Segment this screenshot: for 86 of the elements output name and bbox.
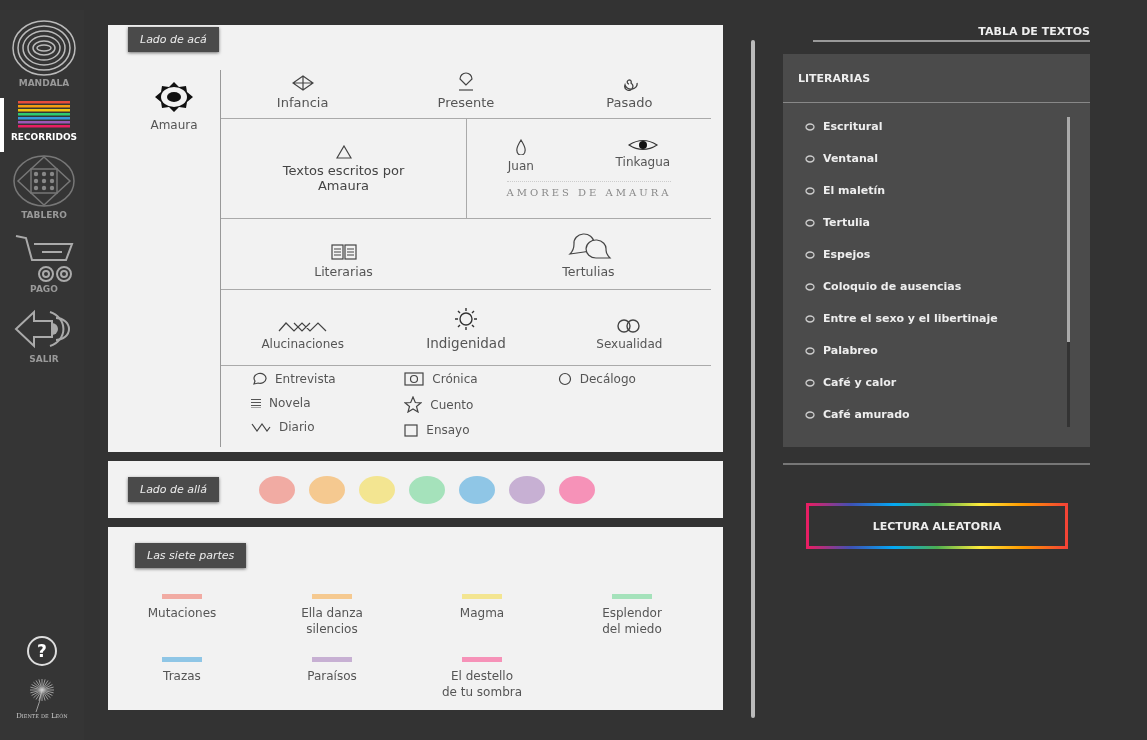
sun-icon <box>454 307 478 331</box>
circle-icon <box>557 372 572 386</box>
rainbow-lines-icon <box>18 100 70 130</box>
color-dot[interactable] <box>358 475 395 504</box>
list-item[interactable]: Tertulia <box>823 213 870 232</box>
category-link[interactable]: Literarias <box>314 264 373 279</box>
diamond-cross-icon <box>291 75 314 91</box>
nav-item[interactable]: PAGO <box>0 230 84 304</box>
part-link[interactable]: Esplendor del miedo <box>602 605 662 637</box>
caption: AMORES DE AMAURA <box>506 181 672 198</box>
genre-link[interactable]: Ensayo <box>426 423 470 437</box>
board-icon <box>12 154 76 208</box>
drop-icon <box>514 139 527 155</box>
category-link[interactable]: Tertulias <box>562 264 615 279</box>
random-reading-button[interactable]: LECTURA ALEATORIA <box>806 503 1068 549</box>
category-link[interactable]: Alucinaciones <box>261 337 344 351</box>
section-tag: Lado de allá <box>128 477 219 502</box>
category-link[interactable]: Juan <box>507 159 534 173</box>
zigzag-icon <box>277 321 328 333</box>
nav-item[interactable]: MANDALA <box>0 18 84 98</box>
bullet-circle-icon <box>805 122 815 131</box>
bullet-circle-icon <box>805 410 815 419</box>
genre-link[interactable]: Diario <box>279 420 315 434</box>
color-dot[interactable] <box>508 475 545 504</box>
bullet-circle-icon <box>805 378 815 387</box>
pin-icon <box>456 71 476 91</box>
part-link[interactable]: Paraísos <box>307 668 357 684</box>
part-link[interactable]: Ella danza silencios <box>301 605 363 637</box>
part-link[interactable]: Magma <box>459 605 505 621</box>
bullet-circle-icon <box>805 154 815 163</box>
bullet-circle-icon <box>805 346 815 355</box>
section-tag: Lado de acá <box>128 27 219 52</box>
category-link[interactable]: Sexualidad <box>596 337 663 351</box>
list-item[interactable]: Coloquio de ausencias <box>823 277 962 296</box>
lines-icon <box>251 398 261 408</box>
category-link[interactable]: Textos escritos por Amaura <box>281 162 406 193</box>
scrollbar[interactable] <box>1067 117 1070 342</box>
list-item[interactable]: Escritural <box>823 117 883 136</box>
bullet-circle-icon <box>805 250 815 259</box>
bullet-circle-icon <box>805 314 815 323</box>
star-icon <box>404 396 423 413</box>
bullet-circle-icon <box>805 218 815 227</box>
color-dot[interactable] <box>308 475 345 504</box>
category-link[interactable]: Presente <box>437 95 495 110</box>
spiral-icon <box>12 20 76 76</box>
section-tag: Las siete partes <box>135 543 247 568</box>
zigzag-icon <box>251 422 271 432</box>
part-link[interactable]: El destello de tu sombra <box>441 668 523 700</box>
eye-icon <box>627 139 658 151</box>
list-item[interactable]: Espejos <box>823 245 871 264</box>
color-dot[interactable] <box>558 475 595 504</box>
nav-item[interactable]: TABLERO <box>0 152 84 230</box>
nav-item[interactable]: RECORRIDOS <box>0 98 84 152</box>
category-link[interactable]: Tinkagua <box>615 155 671 169</box>
bullet-circle-icon <box>805 186 815 195</box>
speech-bubble-icon <box>251 372 267 386</box>
genre-link[interactable]: Decálogo <box>579 372 636 386</box>
list-item[interactable]: Palabreo <box>823 341 878 360</box>
part-link[interactable]: Mutaciones <box>147 605 217 621</box>
color-dot[interactable] <box>458 475 495 504</box>
list-item[interactable]: Café amurado <box>823 405 910 424</box>
linked-rings-icon <box>616 319 643 333</box>
category-link[interactable]: Infancia <box>276 95 329 110</box>
genre-link[interactable]: Novela <box>269 396 311 410</box>
help-button[interactable]: ? <box>27 636 57 666</box>
part-link[interactable]: Trazas <box>163 668 201 684</box>
panel-title: TABLA DE TEXTOS <box>813 25 1090 42</box>
category-link[interactable]: Indigenidad <box>426 335 506 351</box>
scrollbar[interactable] <box>751 40 755 718</box>
category-link[interactable]: Pasado <box>606 95 653 110</box>
list-header: LITERARIAS <box>798 71 871 85</box>
book-icon <box>330 244 357 260</box>
color-dot[interactable] <box>408 475 445 504</box>
nav-item[interactable]: SALIR <box>0 304 84 374</box>
list-item[interactable]: Ventanal <box>823 149 878 168</box>
list-item[interactable]: El maletín <box>823 181 886 200</box>
color-dot[interactable] <box>258 475 295 504</box>
genre-link[interactable]: Crónica <box>432 372 478 386</box>
triangle-icon <box>335 144 352 159</box>
list-item[interactable]: Café y calor <box>823 373 897 392</box>
square-icon <box>404 423 419 437</box>
bullet-circle-icon <box>805 282 815 291</box>
list-item[interactable]: Entre el sexo y el libertinaje <box>823 309 998 328</box>
genre-link[interactable]: Cuento <box>430 397 474 412</box>
author-link[interactable]: Amaura <box>150 118 198 132</box>
genre-link[interactable]: Entrevista <box>275 372 336 386</box>
